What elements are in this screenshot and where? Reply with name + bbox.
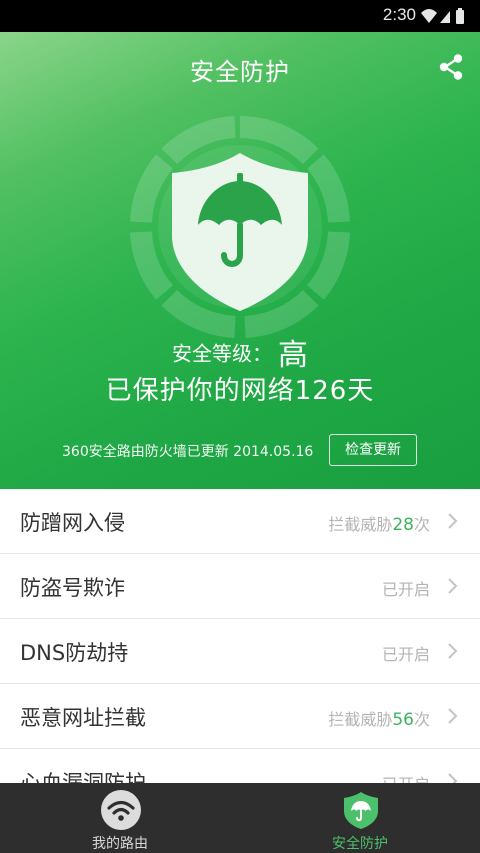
wifi-icon (101, 790, 141, 830)
wifi-icon (421, 9, 437, 23)
status-icons (421, 8, 464, 24)
shield-umbrella-icon (344, 792, 378, 829)
status-bar: 2:30 (0, 0, 480, 32)
threat-count: 56 (392, 710, 414, 730)
signal-icon (440, 11, 450, 23)
list-item-status: 已开启 (381, 645, 430, 664)
security-level-label: 安全等级： (172, 341, 272, 366)
list-item-title: 心血漏洞防护 (20, 771, 146, 783)
tab-security[interactable]: 安全防护 (240, 783, 480, 853)
list-item-anti-phishing[interactable]: 防盗号欺诈 已开启 (0, 554, 480, 619)
firewall-update-info: 360安全路由防火墙已更新 2014.05.16 (62, 444, 314, 460)
list-item-heartbleed[interactable]: 心血漏洞防护 已开启 (0, 749, 480, 783)
chevron-right-icon (448, 773, 458, 783)
list-item-status: 已开启 (381, 580, 430, 599)
protection-list: 防蹭网入侵 拦截威胁28次 防盗号欺诈 已开启 DNS防劫持 已开启 恶意网址拦… (0, 489, 480, 783)
security-level: 安全等级：高 (0, 330, 480, 374)
list-item-malicious-url[interactable]: 恶意网址拦截 拦截威胁56次 (0, 684, 480, 749)
protected-days-text: 已保护你的网络126天 (105, 376, 375, 406)
chevron-right-icon (448, 578, 458, 594)
list-item-dns-protection[interactable]: DNS防劫持 已开启 (0, 619, 480, 684)
bottom-tab-bar: 我的路由 安全防护 (0, 783, 480, 853)
list-item-anti-intrusion[interactable]: 防蹭网入侵 拦截威胁28次 (0, 489, 480, 554)
share-icon[interactable] (436, 52, 466, 82)
list-item-title: DNS防劫持 (20, 641, 129, 665)
security-level-value: 高 (278, 338, 308, 373)
tab-label: 我的路由 (92, 836, 148, 852)
list-item-status: 已开启 (382, 771, 430, 783)
security-emblem (130, 116, 350, 338)
list-item-status: 拦截威胁56次 (328, 710, 430, 730)
chevron-right-icon (448, 643, 458, 659)
chevron-right-icon (448, 513, 458, 529)
battery-icon (456, 8, 464, 24)
chevron-right-icon (448, 708, 458, 724)
list-item-title: 防盗号欺诈 (20, 576, 125, 600)
list-item-title: 恶意网址拦截 (20, 706, 146, 730)
tab-label: 安全防护 (332, 836, 388, 852)
list-item-title: 防蹭网入侵 (20, 511, 125, 535)
page-title: 安全防护 (190, 58, 290, 86)
security-hero: 安全防护 安全等级：高 已保护你的网络126天 360安全路由防火墙已更新 20… (0, 32, 480, 489)
status-time: 2:30 (382, 5, 416, 24)
tab-my-router[interactable]: 我的路由 (0, 783, 240, 853)
check-update-button[interactable]: 检查更新 (329, 434, 417, 466)
list-item-status: 拦截威胁28次 (328, 515, 430, 535)
threat-count: 28 (392, 515, 414, 535)
